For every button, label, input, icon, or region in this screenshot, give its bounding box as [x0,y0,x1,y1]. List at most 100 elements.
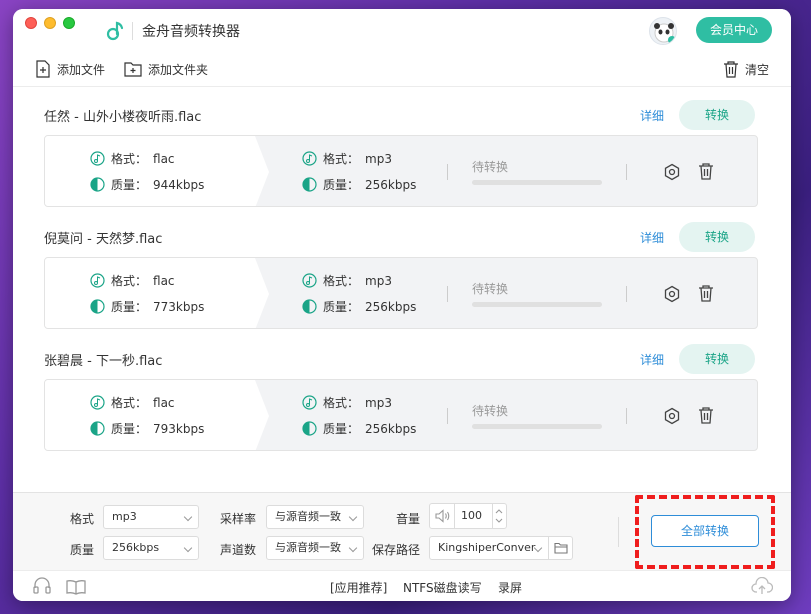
recommend-label: [应用推荐] [330,581,388,595]
panel-arrow [255,380,269,450]
quality-icon [90,177,105,192]
file-name: 任然 - 山外小楼夜听雨.flac [44,110,202,125]
music-note-icon [302,395,317,410]
speaker-icon [435,509,450,523]
divider [454,504,455,528]
title-bar: 金舟音频转换器 会员中心 [13,9,791,51]
clear-button[interactable]: 清空 [723,59,769,79]
source-quality: 质量： 773kbps [90,298,204,315]
add-file-label: 添加文件 [57,62,106,77]
book-icon[interactable] [66,579,86,595]
file-list: 任然 - 山外小楼夜听雨.flac 详细 转换 格式： flac 质量： 944kb… [13,88,791,490]
user-avatar[interactable] [649,17,677,45]
detail-link[interactable]: 详细 [640,107,664,124]
panel-arrow [255,136,269,206]
source-panel [45,258,255,328]
close-window-button[interactable] [25,17,37,29]
volume-label: 音量 [396,512,421,526]
music-note-icon [302,151,317,166]
file-name: 张碧晨 - 下一秒.flac [44,354,163,369]
status-bar: [应用推荐] NTFS磁盘读写 录屏 [13,570,791,601]
source-quality: 质量： 793kbps [90,420,204,437]
chevron-down-icon [183,512,193,522]
separator [447,408,448,424]
cloud-upload-icon[interactable] [751,577,773,595]
target-quality: 质量： 256kbps [302,420,416,437]
file-card: 格式： flac 质量： 793kbps 格式： mp3 质量： 256kbps 待转换 [44,379,758,451]
channels-select[interactable]: 与源音频一致 [266,536,364,560]
detail-link[interactable]: 详细 [640,351,664,368]
convert-button[interactable]: 转换 [679,222,755,252]
format-select[interactable]: mp3 [103,505,199,529]
output-settings-panel: 格式 mp3 质量 256kbps 采样率 与源音频一致 声道数 与源音频一致 … [13,492,791,570]
music-note-icon [302,273,317,288]
pending-status: 待转换 [472,282,509,296]
music-note-icon [90,273,105,288]
pending-status: 待转换 [472,160,509,174]
panel-arrow [255,258,269,328]
add-folder-icon [124,62,142,77]
convert-button[interactable]: 转换 [679,100,755,130]
volume-control[interactable]: 100 [429,503,507,529]
channels-label: 声道数 [220,543,257,557]
toolbar: 添加文件 添加文件夹 清空 [13,51,791,87]
progress-bar [472,302,602,307]
detail-link[interactable]: 详细 [640,229,664,246]
quality-select[interactable]: 256kbps [103,536,199,560]
quality-icon [302,421,317,436]
pending-status: 待转换 [472,404,509,418]
quality-icon [90,421,105,436]
samplerate-select[interactable]: 与源音频一致 [266,505,364,529]
divider [492,504,493,528]
target-format: 格式： mp3 [302,394,392,411]
trash-icon [724,61,738,78]
delete-icon[interactable] [697,284,715,302]
source-format: 格式： flac [90,272,175,289]
target-quality: 质量： 256kbps [302,176,416,193]
source-quality: 质量： 944kbps [90,176,204,193]
chevron-down-icon [348,512,358,522]
maximize-window-button[interactable] [63,17,75,29]
convert-button[interactable]: 转换 [679,344,755,374]
add-folder-label: 添加文件夹 [148,62,209,77]
headset-icon[interactable] [32,577,52,595]
file-card: 格式： flac 质量： 944kbps 格式： mp3 质量： 256kbps 待转换 [44,135,758,207]
quality-icon [302,299,317,314]
format-label: 格式 [70,512,95,526]
delete-icon[interactable] [697,162,715,180]
divider [548,537,549,559]
source-panel [45,380,255,450]
delete-icon[interactable] [697,406,715,424]
separator [618,517,619,547]
settings-icon[interactable] [663,407,681,425]
source-panel [45,136,255,206]
target-quality: 质量： 256kbps [302,298,416,315]
music-note-icon [90,395,105,410]
chevron-down-icon [348,543,358,553]
record-link[interactable]: 录屏 [498,579,522,596]
folder-icon[interactable] [554,542,568,554]
panda-avatar-icon [654,23,676,44]
ntfs-link[interactable]: NTFS磁盘读写 [403,579,482,596]
file-name: 倪莫问 - 天然梦.flac [44,232,163,247]
quality-icon [302,177,317,192]
quality-icon [90,299,105,314]
progress-bar [472,424,602,429]
add-file-button[interactable]: 添加文件 [35,59,105,79]
settings-icon[interactable] [663,285,681,303]
minimize-window-button[interactable] [44,17,56,29]
settings-icon[interactable] [663,163,681,181]
add-folder-button[interactable]: 添加文件夹 [124,59,208,79]
stepper-arrows-icon[interactable] [494,506,504,526]
volume-value: 100 [461,509,482,522]
app-title: 金舟音频转换器 [142,24,240,40]
source-format: 格式： flac [90,150,175,167]
savepath-select[interactable]: KingshiperConver [429,536,573,560]
quality-label: 质量 [70,543,95,557]
separator [626,408,627,424]
chevron-down-icon [183,543,193,553]
target-format: 格式： mp3 [302,272,392,289]
vip-center-button[interactable]: 会员中心 [696,17,772,43]
app-logo-icon [106,21,124,41]
progress-bar [472,180,602,185]
